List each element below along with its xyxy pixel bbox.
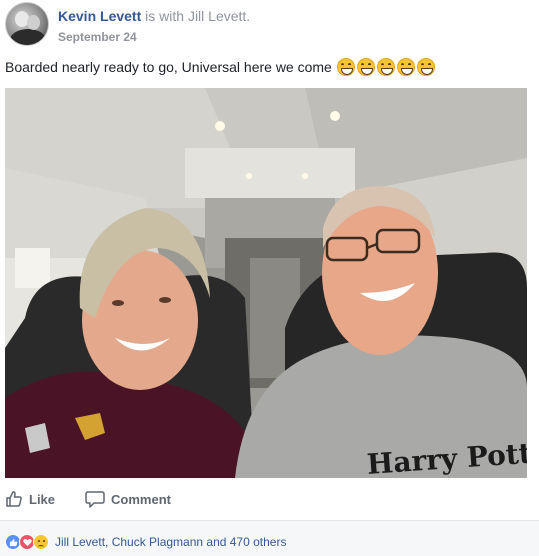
facebook-post: Kevin Levett is with Jill Levett. Septem…: [0, 0, 539, 556]
grinning-face-icon: [356, 58, 375, 76]
reaction-icons: [5, 534, 49, 550]
post-date[interactable]: September 24: [58, 30, 137, 44]
selfie-photo-illustration: Harry Potter: [5, 88, 527, 478]
reactors-text[interactable]: Jill Levett, Chuck Plagmann and 470 othe…: [55, 535, 286, 549]
grinning-face-icon: [336, 58, 355, 76]
with-text: is with: [145, 8, 185, 24]
like-button[interactable]: Like: [5, 490, 55, 508]
author-avatar[interactable]: [5, 2, 49, 46]
post-photo[interactable]: Harry Potter: [5, 88, 527, 478]
grinning-face-icon: [396, 58, 415, 76]
comment-bubble-icon: [85, 491, 105, 508]
thumbs-up-icon: [6, 491, 22, 507]
sad-icon: [33, 534, 49, 550]
tagged-person-name[interactable]: Jill Levett: [188, 8, 246, 24]
like-label: Like: [29, 491, 56, 507]
author-line: Kevin Levett is with Jill Levett.: [58, 8, 251, 24]
post-text: Boarded nearly ready to go, Universal he…: [5, 58, 435, 76]
comment-button[interactable]: Comment: [85, 490, 171, 508]
post-actions: Like Comment: [5, 484, 527, 514]
post-text-content: Boarded nearly ready to go, Universal he…: [5, 59, 332, 75]
post-header: Kevin Levett is with Jill Levett. Septem…: [5, 2, 525, 50]
grinning-face-icon: [416, 58, 435, 76]
emoji-group: [336, 58, 435, 76]
grinning-face-icon: [376, 58, 395, 76]
reactions-summary[interactable]: Jill Levett, Chuck Plagmann and 470 othe…: [5, 534, 286, 550]
comment-label: Comment: [111, 491, 171, 507]
author-name[interactable]: Kevin Levett: [58, 8, 141, 24]
